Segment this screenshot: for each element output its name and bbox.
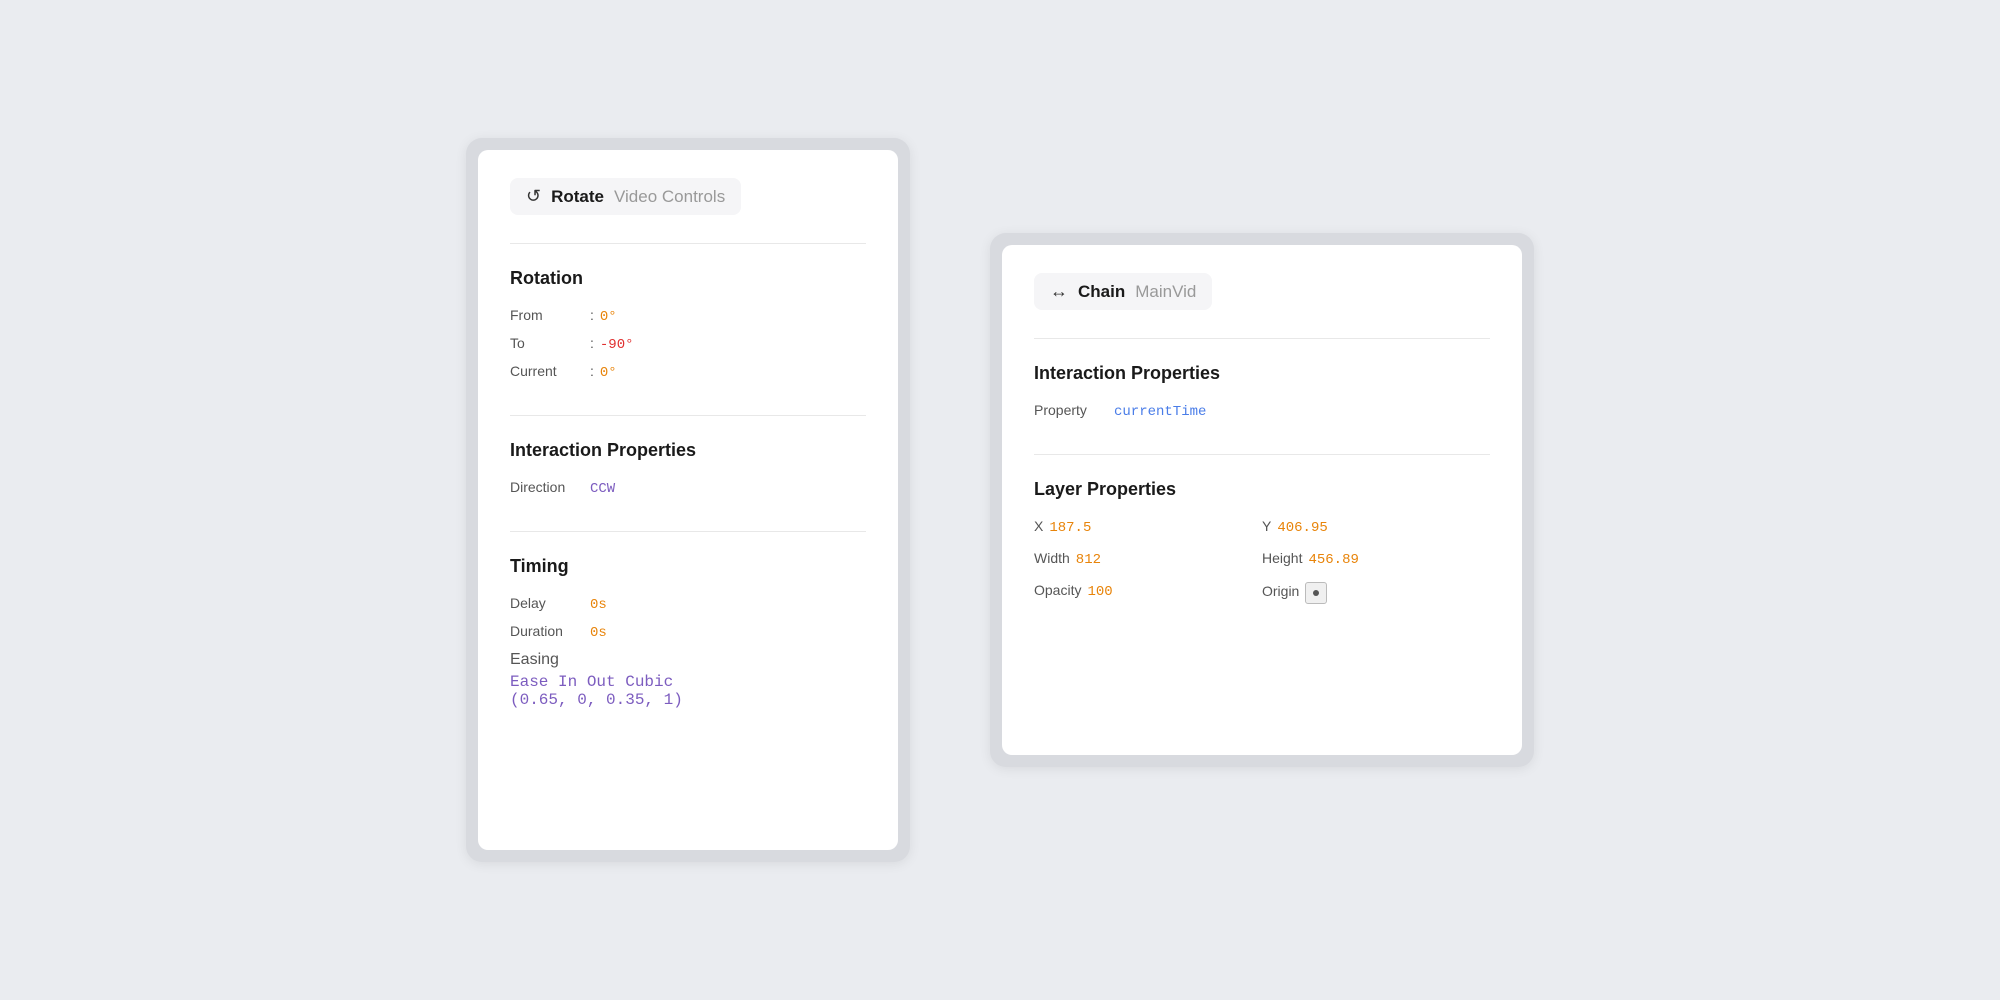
- interaction-title-left: Interaction Properties: [510, 440, 866, 461]
- origin-prop: Origin: [1262, 582, 1490, 604]
- delay-label: Delay: [510, 595, 590, 611]
- rotation-current-label: Current: [510, 363, 590, 379]
- width-value: 812: [1076, 552, 1101, 568]
- duration-row: Duration 0s: [510, 623, 866, 641]
- origin-box[interactable]: [1305, 582, 1327, 604]
- y-label: Y: [1262, 518, 1271, 534]
- right-panel: ↔ Chain MainVid Interaction Properties P…: [990, 233, 1534, 767]
- left-panel: ↺ Rotate Video Controls Rotation From : …: [466, 138, 910, 862]
- rotation-to-label: To: [510, 335, 590, 351]
- badge-subtitle-left: Video Controls: [614, 187, 725, 207]
- origin-label: Origin: [1262, 583, 1299, 599]
- easing-label: Easing: [510, 651, 866, 669]
- rotation-section: Rotation From : 0° To : -90° Current : 0…: [510, 243, 866, 415]
- direction-label: Direction: [510, 479, 590, 495]
- duration-value: 0s: [590, 625, 607, 641]
- interaction-section-left: Interaction Properties Direction CCW: [510, 415, 866, 531]
- layer-properties-grid: X 187.5 Y 406.95 Width 812 Height 456.89: [1034, 518, 1490, 604]
- width-label: Width: [1034, 550, 1070, 566]
- x-value: 187.5: [1049, 520, 1091, 536]
- layer-title: Layer Properties: [1034, 479, 1490, 500]
- opacity-label: Opacity: [1034, 582, 1081, 598]
- timing-title: Timing: [510, 556, 866, 577]
- rotation-from-label: From: [510, 307, 590, 323]
- easing-block: Easing Ease In Out Cubic(0.65, 0, 0.35, …: [510, 651, 866, 709]
- y-value: 406.95: [1277, 520, 1327, 536]
- height-label: Height: [1262, 550, 1302, 566]
- chain-icon: ↔: [1050, 281, 1068, 302]
- x-label: X: [1034, 518, 1043, 534]
- rotation-to-value: -90°: [600, 337, 634, 353]
- property-label: Property: [1034, 402, 1114, 418]
- x-prop: X 187.5: [1034, 518, 1262, 536]
- rotation-from-value: 0°: [600, 309, 617, 325]
- layer-section: Layer Properties X 187.5 Y 406.95 Width …: [1034, 454, 1490, 628]
- delay-value: 0s: [590, 597, 607, 613]
- height-prop: Height 456.89: [1262, 550, 1490, 568]
- badge-title-right: Chain: [1078, 282, 1125, 302]
- chain-badge[interactable]: ↔ Chain MainVid: [1034, 273, 1212, 310]
- opacity-value: 100: [1087, 584, 1112, 600]
- width-prop: Width 812: [1034, 550, 1262, 568]
- property-row: Property currentTime: [1034, 402, 1490, 420]
- timing-section: Timing Delay 0s Duration 0s Easing Ease …: [510, 531, 866, 747]
- rotate-icon: ↺: [526, 186, 541, 207]
- badge-subtitle-right: MainVid: [1135, 282, 1196, 302]
- height-value: 456.89: [1308, 552, 1358, 568]
- delay-row: Delay 0s: [510, 595, 866, 613]
- rotate-badge[interactable]: ↺ Rotate Video Controls: [510, 178, 741, 215]
- duration-label: Duration: [510, 623, 590, 639]
- property-value: currentTime: [1114, 404, 1206, 420]
- direction-row: Direction CCW: [510, 479, 866, 497]
- rotation-current-row: Current : 0°: [510, 363, 866, 381]
- rotation-current-value: 0°: [600, 365, 617, 381]
- rotation-title: Rotation: [510, 268, 866, 289]
- rotation-from-row: From : 0°: [510, 307, 866, 325]
- interaction-title-right: Interaction Properties: [1034, 363, 1490, 384]
- opacity-prop: Opacity 100: [1034, 582, 1262, 604]
- interaction-section-right: Interaction Properties Property currentT…: [1034, 338, 1490, 454]
- y-prop: Y 406.95: [1262, 518, 1490, 536]
- badge-title-left: Rotate: [551, 187, 604, 207]
- direction-value: CCW: [590, 481, 615, 497]
- origin-dot: [1313, 590, 1319, 596]
- rotation-to-row: To : -90°: [510, 335, 866, 353]
- easing-value: Ease In Out Cubic(0.65, 0, 0.35, 1): [510, 673, 683, 709]
- right-panel-inner[interactable]: ↔ Chain MainVid Interaction Properties P…: [1002, 245, 1522, 755]
- left-panel-inner[interactable]: ↺ Rotate Video Controls Rotation From : …: [478, 150, 898, 850]
